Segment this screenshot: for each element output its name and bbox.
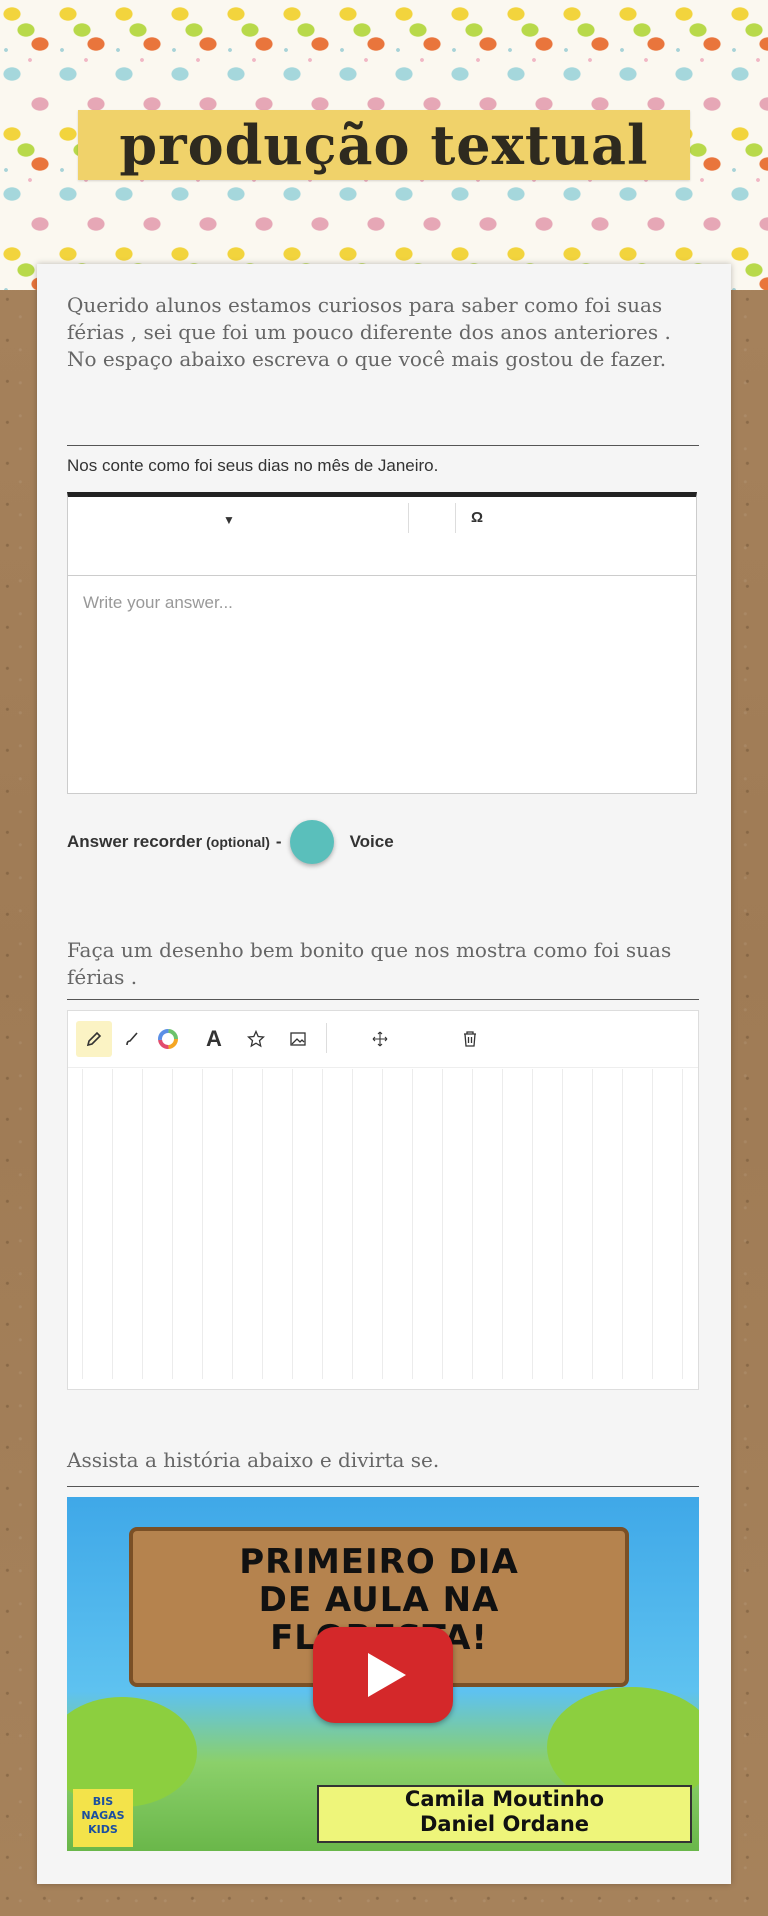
recorder-optional: (optional) bbox=[206, 834, 270, 850]
drawing-tool: A bbox=[67, 1010, 699, 1390]
divider bbox=[67, 999, 699, 1000]
image-icon[interactable] bbox=[280, 1021, 316, 1057]
publisher-line: KIDS bbox=[88, 1823, 118, 1836]
author-name: Camila Moutinho bbox=[404, 1787, 605, 1811]
bird-pattern-header: produção textual bbox=[0, 0, 768, 290]
star-icon[interactable] bbox=[238, 1021, 274, 1057]
divider bbox=[67, 445, 699, 446]
intro-text: Querido alunos estamos curiosos para sab… bbox=[67, 293, 671, 371]
toolbar-separator bbox=[455, 503, 456, 533]
special-char-icon[interactable]: Ω bbox=[471, 509, 483, 526]
toolbar-separator bbox=[408, 503, 409, 533]
publisher-logo: BIS NAGAS KIDS bbox=[73, 1789, 133, 1847]
publisher-line: BIS bbox=[92, 1795, 114, 1808]
drawing-toolbar: A bbox=[68, 1011, 698, 1068]
authors-banner: Camila Moutinho Daniel Ordane bbox=[317, 1785, 692, 1843]
recorder-label: Answer recorder bbox=[67, 832, 203, 851]
video-prompt: Assista a história abaixo e divirta se. bbox=[67, 1448, 440, 1472]
trash-icon[interactable] bbox=[452, 1021, 488, 1057]
answer-recorder: Answer recorder (optional) - Voice bbox=[67, 820, 394, 864]
recorder-dash: - bbox=[275, 832, 282, 851]
editor-toolbar: ▼ Ω bbox=[68, 497, 696, 576]
drawing-prompt: Faça um desenho bem bonito que nos mostr… bbox=[67, 938, 672, 989]
drawing-canvas[interactable] bbox=[82, 1069, 684, 1379]
color-wheel-icon[interactable] bbox=[150, 1021, 186, 1057]
brush-icon[interactable] bbox=[114, 1021, 150, 1057]
play-button[interactable] bbox=[313, 1627, 453, 1723]
publisher-line: NAGAS bbox=[81, 1809, 125, 1822]
play-icon bbox=[368, 1653, 406, 1697]
video-embed[interactable]: PRIMEIRO DIA DE AULA NA FLORESTA! BIS NA… bbox=[67, 1497, 699, 1851]
record-button[interactable] bbox=[289, 820, 334, 864]
question-label: Nos conte como foi seus dias no mês de J… bbox=[67, 456, 439, 475]
format-dropdown-icon[interactable]: ▼ bbox=[223, 513, 235, 527]
video-title-line: PRIMEIRO DIA bbox=[239, 1542, 519, 1582]
text-icon[interactable]: A bbox=[196, 1021, 232, 1057]
worksheet-card: Querido alunos estamos curiosos para sab… bbox=[37, 264, 731, 1884]
toolbar-separator bbox=[326, 1023, 327, 1053]
divider bbox=[67, 1486, 699, 1487]
author-name: Daniel Ordane bbox=[419, 1812, 590, 1836]
rich-text-editor[interactable]: ▼ Ω Write your answer... bbox=[67, 492, 697, 794]
answer-placeholder[interactable]: Write your answer... bbox=[83, 593, 233, 613]
title-banner: produção textual bbox=[78, 110, 690, 180]
video-title-line: DE AULA NA bbox=[258, 1580, 500, 1620]
voice-label: Voice bbox=[349, 832, 394, 851]
move-icon[interactable] bbox=[362, 1021, 398, 1057]
page-title: produção textual bbox=[119, 113, 649, 177]
pencil-icon[interactable] bbox=[76, 1021, 112, 1057]
